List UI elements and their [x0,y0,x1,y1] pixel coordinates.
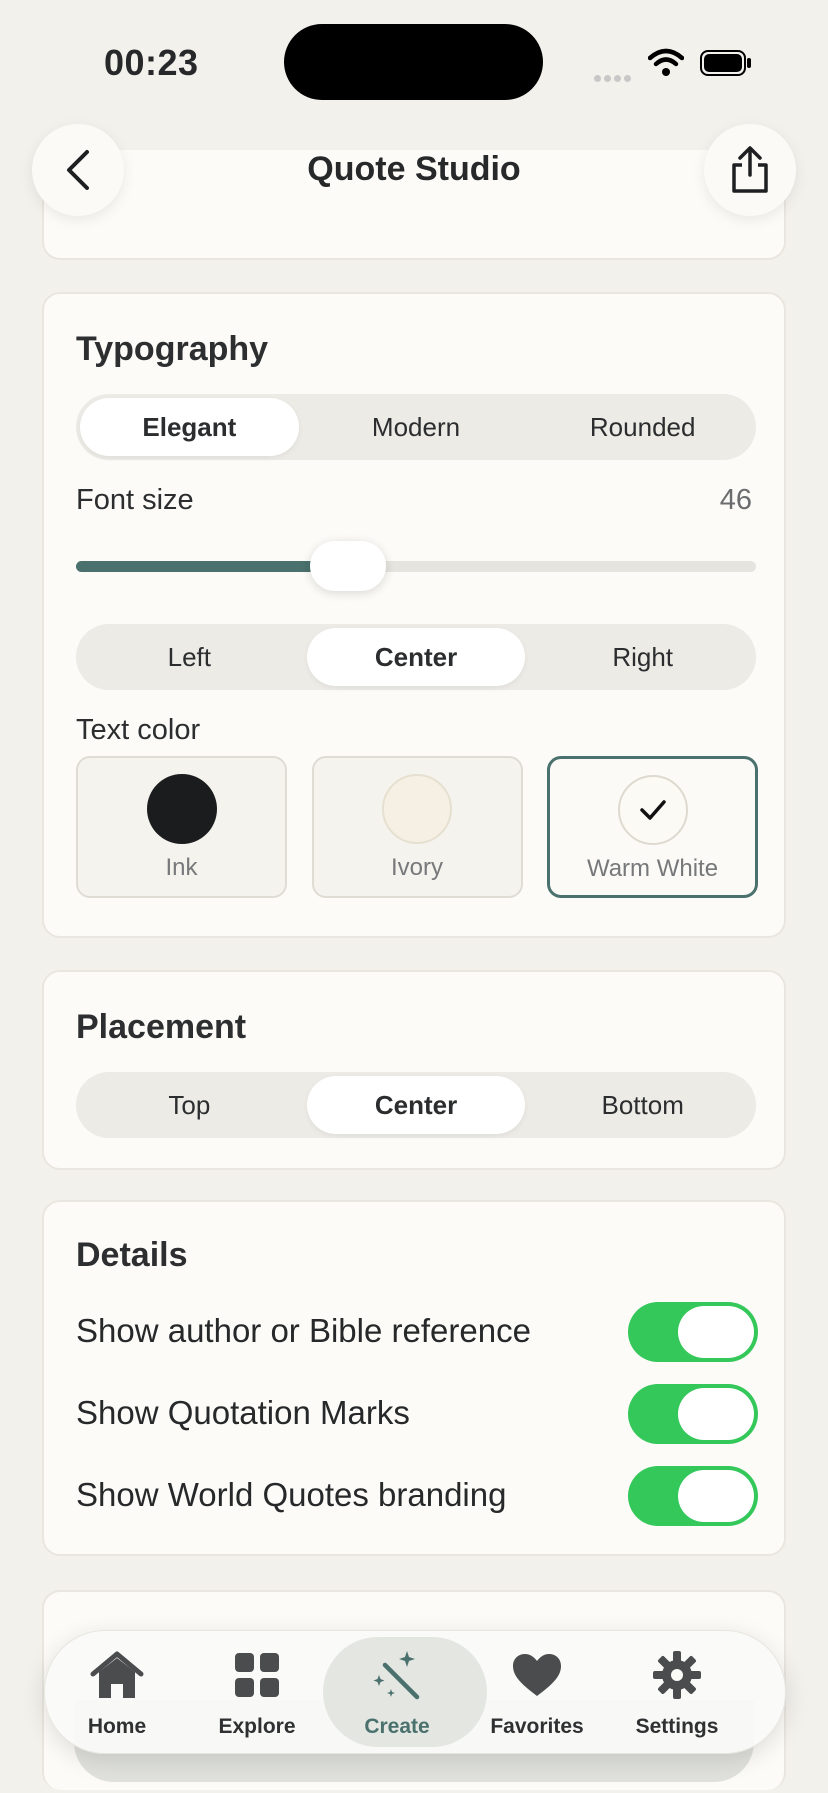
align-center[interactable]: Center [306,628,526,686]
toggle-knob [678,1388,754,1440]
toggle-knob [678,1306,754,1358]
branding-toggle[interactable] [628,1466,758,1526]
gear-icon [649,1649,705,1701]
color-swatch-ink[interactable]: Ink [76,756,287,898]
placement-segmented-control: Top Center Bottom [76,1072,756,1138]
font-size-slider[interactable] [76,541,756,591]
tab-home[interactable]: Home [47,1631,187,1753]
signal-icon [594,69,636,82]
font-style-segmented-control: Elegant Modern Rounded [76,394,756,460]
typography-title: Typography [76,330,269,368]
align-right[interactable]: Right [533,628,752,686]
color-label: Ivory [390,854,443,881]
share-icon [732,146,768,193]
details-card: Details Show author or Bible reference S… [42,1200,786,1556]
tab-label: Settings [635,1715,719,1738]
details-title: Details [76,1236,188,1274]
status-bar: 00:23 [0,0,828,120]
color-label: Ink [165,854,198,881]
tab-explore[interactable]: Explore [187,1631,327,1753]
placement-top[interactable]: Top [80,1076,299,1134]
tab-label: Home [87,1715,147,1738]
slider-thumb[interactable] [310,541,386,591]
font-size-label: Font size [76,484,194,516]
author-toggle[interactable] [628,1302,758,1362]
grid-icon [229,1649,285,1701]
tab-create[interactable]: Create [323,1631,487,1753]
alignment-segmented-control: Left Center Right [76,624,756,690]
align-left[interactable]: Left [80,628,299,686]
tab-label: Create [364,1715,430,1738]
text-color-swatches: Ink Ivory Warm White [76,756,758,898]
font-style-elegant[interactable]: Elegant [80,398,299,456]
font-style-rounded[interactable]: Rounded [533,398,752,456]
font-size-value: 46 [719,484,752,516]
tab-settings[interactable]: Settings [607,1631,747,1753]
color-swatch-warm-white[interactable]: Warm White [547,756,758,898]
color-swatch-ivory[interactable]: Ivory [311,756,523,898]
tab-favorites[interactable]: Favorites [467,1631,607,1753]
placement-bottom[interactable]: Bottom [533,1076,752,1134]
tab-label: Explore [218,1715,296,1738]
toggle-row-branding: Show World Quotes branding [76,1466,758,1526]
tab-label: Favorites [490,1715,584,1738]
share-button[interactable] [704,124,796,216]
color-dot-ink [146,774,217,844]
heart-icon [509,1649,565,1701]
quotation-marks-toggle[interactable] [628,1384,758,1444]
placement-card: Placement Top Center Bottom [42,970,786,1170]
toggle-label: Show author or Bible reference [76,1312,531,1349]
text-color-label: Text color [76,714,201,746]
font-style-modern[interactable]: Modern [307,398,526,456]
typography-card: Typography Elegant Modern Rounded Font s… [42,292,786,938]
slider-fill [76,561,348,572]
house-icon [89,1649,145,1701]
navigation-header: Quote Studio [0,120,828,220]
placement-center[interactable]: Center [306,1076,526,1134]
color-dot-ivory [382,774,452,844]
color-label: Warm White [586,855,719,882]
toggle-knob [678,1470,754,1522]
wifi-icon [647,48,685,78]
toggle-label: Show World Quotes branding [76,1476,507,1513]
color-dot-warm-white [617,775,688,845]
status-time: 00:23 [104,42,199,83]
toggle-row-author: Show author or Bible reference [76,1302,758,1362]
dynamic-island [284,24,543,100]
checkmark-icon [639,800,666,820]
tab-bar: Home Explore Create Favorites Settings [44,1630,786,1754]
magic-wand-icon [369,1649,425,1701]
placement-title: Placement [76,1008,247,1046]
battery-icon [700,50,752,76]
toggle-row-quotation-marks: Show Quotation Marks [76,1384,758,1444]
toggle-label: Show Quotation Marks [76,1394,410,1431]
